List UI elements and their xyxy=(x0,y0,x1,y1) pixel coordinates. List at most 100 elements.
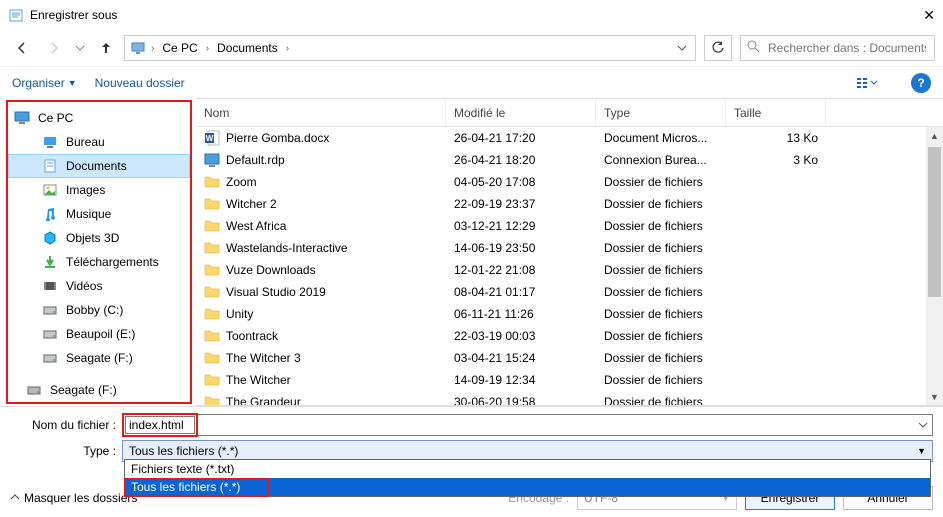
file-name: The Witcher 3 xyxy=(226,351,301,365)
column-size[interactable]: Taille xyxy=(726,99,826,126)
sidebar-icon xyxy=(42,182,58,198)
sidebar-item-this-pc[interactable]: Ce PC xyxy=(8,106,190,130)
vertical-scrollbar[interactable]: ▲ ▼ xyxy=(926,127,943,405)
sidebar-icon xyxy=(42,350,58,366)
sidebar-item-beaupoil-e-[interactable]: Beaupoil (E:) xyxy=(8,322,190,346)
filename-label: Nom du fichier : xyxy=(10,418,122,432)
scroll-up-button[interactable]: ▲ xyxy=(926,127,943,144)
chevron-down-icon[interactable] xyxy=(673,43,691,53)
filetype-dropdown: Fichiers texte (*.txt) Tous les fichiers… xyxy=(124,459,931,497)
sidebar-item-documents[interactable]: Documents xyxy=(8,154,190,178)
sidebar-item-bureau[interactable]: Bureau xyxy=(8,130,190,154)
folder-icon xyxy=(204,306,220,322)
column-name[interactable]: Nom xyxy=(196,99,446,126)
file-row[interactable]: Visual Studio 201908-04-21 01:17Dossier … xyxy=(196,281,943,303)
file-type: Dossier de fichiers xyxy=(596,241,726,255)
folder-icon xyxy=(204,328,220,344)
scroll-down-button[interactable]: ▼ xyxy=(926,388,943,405)
sidebar-label: Bureau xyxy=(66,135,105,149)
file-row[interactable]: Unity06-11-21 11:26Dossier de fichiers xyxy=(196,303,943,325)
sidebar-item-objets-3d[interactable]: Objets 3D xyxy=(8,226,190,250)
chevron-right-icon: › xyxy=(284,43,291,54)
sidebar-label: Seagate (F:) xyxy=(50,383,117,397)
file-name: Vuze Downloads xyxy=(226,263,316,277)
sidebar-item-t-l-chargements[interactable]: Téléchargements xyxy=(8,250,190,274)
list-header: Nom Modifié le Type Taille xyxy=(196,99,943,127)
scroll-thumb[interactable] xyxy=(928,147,941,297)
file-date: 26-04-21 18:20 xyxy=(446,153,596,167)
file-row[interactable]: The Grandeur30-06-20 19:58Dossier de fic… xyxy=(196,391,943,406)
app-icon xyxy=(8,7,24,23)
breadcrumb-pc[interactable]: Ce PC xyxy=(158,41,201,55)
folder-icon xyxy=(204,284,220,300)
sidebar-icon xyxy=(42,158,58,174)
file-name: Wastelands-Interactive xyxy=(226,241,348,255)
sidebar-label: Objets 3D xyxy=(66,231,119,245)
file-row[interactable]: Toontrack22-03-19 00:03Dossier de fichie… xyxy=(196,325,943,347)
sidebar-item-seagate-f-[interactable]: Seagate (F:) xyxy=(8,346,190,370)
sidebar-item-musique[interactable]: Musique xyxy=(8,202,190,226)
file-row[interactable]: Zoom04-05-20 17:08Dossier de fichiers xyxy=(196,171,943,193)
hide-folders-toggle[interactable]: Masquer les dossiers xyxy=(10,491,137,505)
file-type: Dossier de fichiers xyxy=(596,175,726,189)
view-options-button[interactable] xyxy=(849,71,885,95)
sidebar-item-bobby-c-[interactable]: Bobby (C:) xyxy=(8,298,190,322)
file-date: 04-05-20 17:08 xyxy=(446,175,596,189)
folder-icon xyxy=(204,394,220,406)
breadcrumb-documents[interactable]: Documents xyxy=(213,41,282,55)
sidebar-item-seagate-f-2[interactable]: Seagate (F:) xyxy=(8,378,190,402)
sidebar-label: Bobby (C:) xyxy=(66,303,123,317)
search-box[interactable] xyxy=(740,35,935,61)
window-title: Enregistrer sous xyxy=(30,8,117,22)
column-date[interactable]: Modifié le xyxy=(446,99,596,126)
forward-button[interactable] xyxy=(40,35,68,61)
folder-icon xyxy=(204,372,220,388)
file-date: 12-01-22 21:08 xyxy=(446,263,596,277)
sidebar-label: Ce PC xyxy=(38,111,73,125)
organize-menu[interactable]: Organiser▼ xyxy=(12,76,77,90)
file-name: Default.rdp xyxy=(226,153,285,167)
filename-combo-arrow[interactable] xyxy=(198,414,933,436)
file-size: 3 Ko xyxy=(726,153,826,167)
rdp-icon xyxy=(204,152,220,168)
sidebar-label: Documents xyxy=(66,159,127,173)
address-bar[interactable]: › Ce PC › Documents › xyxy=(124,35,696,61)
new-folder-button[interactable]: Nouveau dossier xyxy=(95,76,185,90)
file-name: The Grandeur xyxy=(226,395,301,406)
close-button[interactable]: ✕ xyxy=(895,7,935,24)
help-button[interactable]: ? xyxy=(911,73,931,93)
file-type: Document Micros... xyxy=(596,131,726,145)
sidebar-icon xyxy=(42,254,58,270)
recent-dropdown[interactable] xyxy=(72,35,88,61)
filetype-option-txt[interactable]: Fichiers texte (*.txt) xyxy=(125,460,930,478)
sidebar-icon xyxy=(42,230,58,246)
up-button[interactable] xyxy=(92,35,120,61)
sidebar-label: Musique xyxy=(66,207,111,221)
file-list: Nom Modifié le Type Taille WPierre Gomba… xyxy=(196,98,943,406)
filename-input[interactable] xyxy=(125,416,195,434)
pc-icon xyxy=(14,110,30,126)
file-row[interactable]: Default.rdp26-04-21 18:20Connexion Burea… xyxy=(196,149,943,171)
file-row[interactable]: Vuze Downloads12-01-22 21:08Dossier de f… xyxy=(196,259,943,281)
back-button[interactable] xyxy=(8,35,36,61)
file-row[interactable]: Witcher 222-09-19 23:37Dossier de fichie… xyxy=(196,193,943,215)
file-row[interactable]: The Witcher 303-04-21 15:24Dossier de fi… xyxy=(196,347,943,369)
sidebar-label: Beaupoil (E:) xyxy=(66,327,135,341)
file-name: Visual Studio 2019 xyxy=(226,285,326,299)
file-type: Dossier de fichiers xyxy=(596,395,726,406)
sidebar-item-vid-os[interactable]: Vidéos xyxy=(8,274,190,298)
file-row[interactable]: Wastelands-Interactive14-06-19 23:50Doss… xyxy=(196,237,943,259)
file-name: Witcher 2 xyxy=(226,197,277,211)
filetype-option-all[interactable]: Tous les fichiers (*.*) xyxy=(125,478,930,496)
refresh-button[interactable] xyxy=(704,35,732,61)
search-input[interactable] xyxy=(766,40,928,56)
file-row[interactable]: WPierre Gomba.docx26-04-21 17:20Document… xyxy=(196,127,943,149)
column-type[interactable]: Type xyxy=(596,99,726,126)
file-date: 26-04-21 17:20 xyxy=(446,131,596,145)
file-date: 03-12-21 12:29 xyxy=(446,219,596,233)
file-name: Toontrack xyxy=(226,329,278,343)
file-row[interactable]: The Witcher14-09-19 12:34Dossier de fich… xyxy=(196,369,943,391)
word-icon: W xyxy=(204,130,220,146)
file-row[interactable]: West Africa03-12-21 12:29Dossier de fich… xyxy=(196,215,943,237)
sidebar-item-images[interactable]: Images xyxy=(8,178,190,202)
